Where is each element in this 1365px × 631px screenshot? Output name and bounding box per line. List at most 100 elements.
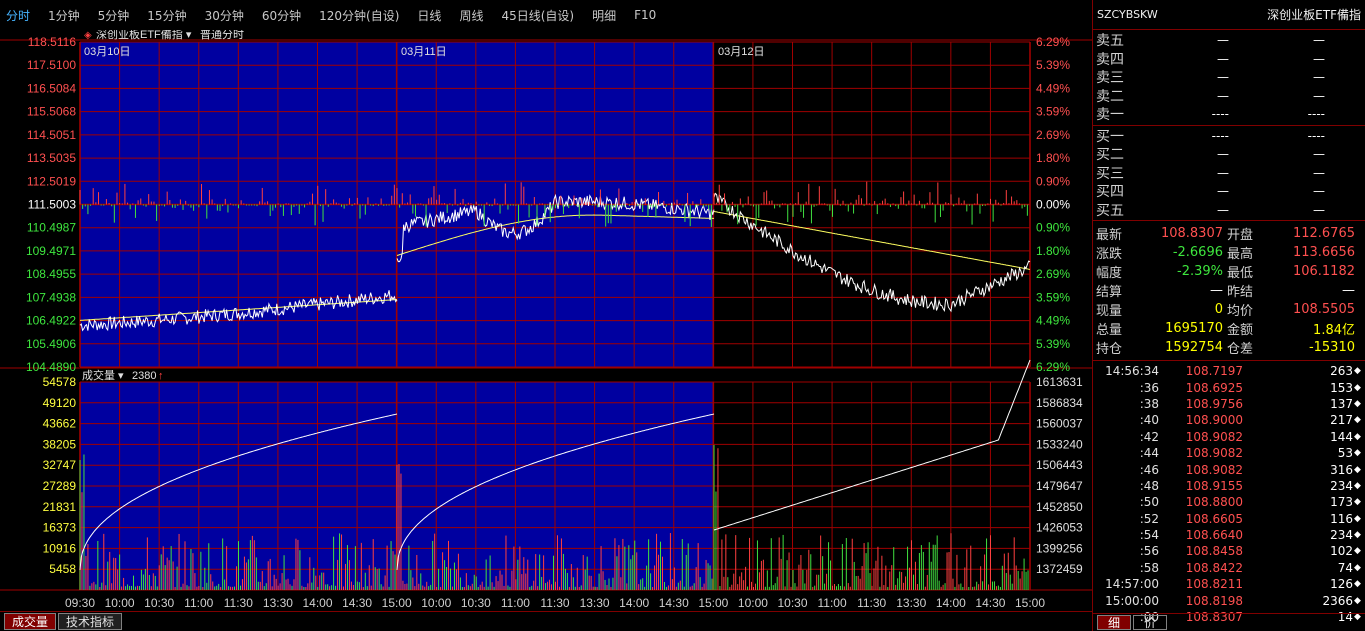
volume-tick-label: 16373 <box>43 521 77 535</box>
instrument-code: SZCYBSKW <box>1097 8 1158 21</box>
oi-tick-label: 1560037 <box>1036 417 1083 431</box>
time-tick-label: 10:00 <box>738 596 768 610</box>
tick-qty: 234 <box>1330 528 1353 543</box>
tab-detail[interactable]: 细 <box>1097 615 1132 630</box>
level-volume: — <box>1313 147 1325 162</box>
period-tab[interactable]: 5分钟 <box>98 7 130 24</box>
period-tab[interactable]: 周线 <box>459 7 483 24</box>
tick-qty: 102 <box>1330 544 1353 559</box>
buy-orderbook: 买一 ---- ---- 买二 — — 买三 — — 买四 — — 买五 — — <box>1093 126 1365 221</box>
tick-time: :52 <box>1139 511 1159 526</box>
tick-row: 15:00:00 108.8198 2366 ◆ <box>1093 592 1365 608</box>
oi-tick-label: 1426053 <box>1036 521 1083 535</box>
volume-tick-label: 49120 <box>43 396 77 410</box>
quote-stats: 最新 108.8307 开盘 112.6765 涨跌 -2.6696 最高 113.6656 幅… <box>1093 221 1365 361</box>
diamond-icon: ◆ <box>1354 562 1361 573</box>
period-tab[interactable]: 明细 <box>592 7 616 24</box>
level-price: — <box>1217 33 1229 48</box>
stat-value: 108.8307 <box>1160 226 1223 241</box>
period-toolbar: 分时 1分钟 5分钟 15分钟 30分钟 60分钟 120分钟(自设) 日线 周… <box>0 0 1092 30</box>
diamond-icon: ◆ <box>1354 513 1361 524</box>
percent-tick-label: 3.59% <box>1036 105 1070 119</box>
level-label: 买三 <box>1096 165 1124 182</box>
orderbook-row: 卖一 ---- ---- <box>1093 105 1365 124</box>
time-tick-label: 14:00 <box>619 596 649 610</box>
volume-tick-label: 21831 <box>43 500 77 514</box>
level-price: — <box>1217 147 1229 162</box>
chart-canvas[interactable]: 03月10日 03月11日 03月12日 ◈ 深创业板ETF備指 ▾ 普通分时 118.51… <box>0 30 1092 610</box>
period-tab[interactable]: 日线 <box>417 7 441 24</box>
price-tick-label: 118.5116 <box>28 35 77 49</box>
period-tab[interactable]: 30分钟 <box>205 7 244 24</box>
stat-label: 开盘 <box>1227 228 1254 243</box>
stat-value: 1.84亿 <box>1313 323 1355 338</box>
period-tab[interactable]: 分时 <box>6 7 30 24</box>
orderbook-row: 买三 — — <box>1093 164 1365 183</box>
tick-qty: 153 <box>1330 380 1353 395</box>
diamond-icon: ◆ <box>1354 595 1361 606</box>
tick-price: 108.8458 <box>1185 544 1243 559</box>
tick-list[interactable]: 14:56:34 108.7197 263 ◆:36 108.6925 153 ◆:38 10… <box>1093 361 1365 625</box>
tick-time: :44 <box>1139 446 1159 461</box>
tick-time: :58 <box>1139 560 1159 575</box>
stat-label: 涨跌 <box>1096 247 1123 262</box>
tick-time: :38 <box>1139 396 1159 411</box>
tick-price: 108.6925 <box>1185 380 1243 395</box>
tick-time: :36 <box>1139 380 1159 395</box>
percent-tick-label: 6.29% <box>1036 35 1070 49</box>
intraday-chart[interactable]: 03月10日 03月11日 03月12日 ◈ 深创业板ETF備指 ▾ 普通分时 118.51… <box>0 30 1092 610</box>
period-tab[interactable]: 45日线(自设) <box>501 7 574 24</box>
price-tick-label: 117.5100 <box>27 58 76 72</box>
diamond-icon: ◈ <box>84 30 92 41</box>
stat-label: 仓差 <box>1227 342 1254 357</box>
tick-qty: 116 <box>1330 511 1353 526</box>
tick-price: 108.9000 <box>1185 413 1243 428</box>
price-tick-label: 116.5084 <box>27 81 76 95</box>
tick-time: :56 <box>1139 544 1159 559</box>
stat-value: 108.5505 <box>1292 302 1355 317</box>
time-tick-label: 14:30 <box>975 596 1005 610</box>
stat-row: 总量 1695170 金额 1.84亿 <box>1093 319 1365 338</box>
stat-label: 总量 <box>1096 323 1123 338</box>
stat-label: 结算 <box>1096 285 1123 300</box>
diamond-icon: ◆ <box>1354 464 1361 475</box>
level-label: 卖四 <box>1096 51 1124 68</box>
stat-value: -2.39% <box>1177 264 1223 279</box>
price-tick-label: 106.4922 <box>26 314 76 328</box>
tab-indicators[interactable]: 技术指标 <box>58 613 123 630</box>
time-tick-label: 15:00 <box>1015 596 1045 610</box>
period-tab[interactable]: 15分钟 <box>147 7 186 24</box>
tick-row: :36 108.6925 153 ◆ <box>1093 379 1365 395</box>
tick-qty: 53 <box>1337 446 1353 461</box>
tick-qty: 144 <box>1330 429 1353 444</box>
percent-tick-label: 1.80% <box>1036 244 1070 258</box>
volume-title: 成交量 ▾ <box>82 368 124 382</box>
period-tab[interactable]: F10 <box>634 8 656 22</box>
percent-tick-label: 0.90% <box>1036 174 1070 188</box>
chart-mode: 普通分时 <box>200 30 244 41</box>
tick-qty: 137 <box>1330 396 1353 411</box>
stat-label: 最高 <box>1227 247 1254 262</box>
tick-row: :56 108.8458 102 ◆ <box>1093 543 1365 559</box>
tab-volume[interactable]: 成交量 <box>4 613 57 630</box>
stat-label: 现量 <box>1096 304 1123 319</box>
period-tab[interactable]: 60分钟 <box>262 7 301 24</box>
stat-row: 结算 — 昨结 — <box>1093 281 1365 300</box>
level-label: 卖二 <box>1096 88 1124 105</box>
period-tab[interactable]: 120分钟(自设) <box>319 7 399 24</box>
tick-time: :46 <box>1139 462 1159 477</box>
time-tick-label: 14:30 <box>342 596 372 610</box>
period-tab[interactable]: 1分钟 <box>48 7 80 24</box>
orderbook-row: 卖四 — — <box>1093 50 1365 69</box>
time-tick-label: 15:00 <box>698 596 728 610</box>
price-tick-label: 110.4987 <box>27 221 76 235</box>
volume-tick-label: 32747 <box>43 458 77 472</box>
time-tick-label: 09:30 <box>65 596 95 610</box>
stat-label: 最低 <box>1227 266 1254 281</box>
time-tick-label: 13:30 <box>896 596 926 610</box>
price-tick-label: 112.5019 <box>27 174 76 188</box>
tab-price[interactable]: 价 <box>1133 615 1168 630</box>
quote-panel: SZCYBSKW 深创业板ETF備指 卖五 — — 卖四 — — 卖三 — — 卖二 — — 卖… <box>1092 0 1365 631</box>
time-tick-label: 10:00 <box>421 596 451 610</box>
time-tick-label: 10:00 <box>105 596 135 610</box>
